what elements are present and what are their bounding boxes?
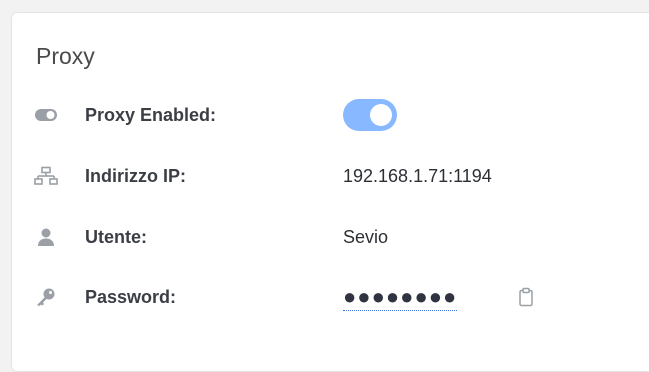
- key-icon: [34, 287, 58, 307]
- row-proxy-enabled: Proxy Enabled:: [12, 97, 649, 133]
- row-user: Utente: Sevio: [12, 219, 649, 255]
- clipboard-icon[interactable]: [518, 287, 534, 307]
- password-label: Password:: [85, 287, 177, 307]
- row-ip-address: Indirizzo IP: 192.168.1.71:1194: [12, 158, 649, 194]
- proxy-card: Proxy Proxy Enabled: Indirizzo IP: 192.1…: [11, 12, 649, 372]
- user-icon: [34, 227, 58, 247]
- ip-address-value: 192.168.1.71:1194: [343, 166, 492, 186]
- network-icon: [34, 166, 58, 186]
- proxy-enabled-label: Proxy Enabled:: [85, 105, 217, 125]
- card-title: Proxy: [36, 43, 95, 69]
- row-password: Password: ●●●●●●●●: [12, 279, 649, 315]
- user-label: Utente:: [85, 227, 147, 247]
- ip-address-label: Indirizzo IP:: [85, 166, 186, 186]
- password-masked-value[interactable]: ●●●●●●●●: [343, 286, 458, 311]
- toggle-knob: [370, 104, 392, 126]
- user-value: Sevio: [343, 227, 389, 247]
- proxy-enabled-toggle[interactable]: [343, 99, 397, 131]
- toggle-icon: [34, 105, 58, 125]
